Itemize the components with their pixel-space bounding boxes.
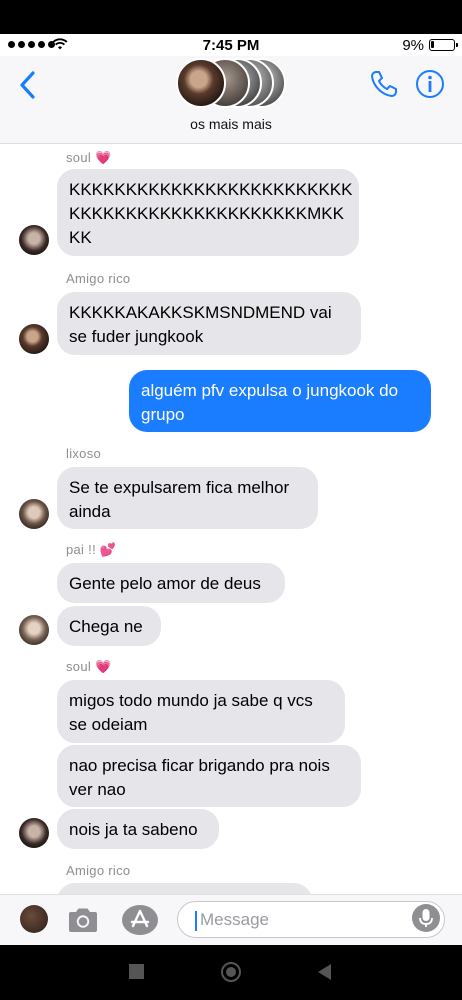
battery-percent: 9% bbox=[402, 37, 424, 54]
sender-name: Amigo rico bbox=[66, 863, 131, 878]
avatar[interactable] bbox=[19, 615, 49, 645]
status-time: 7:45 PM bbox=[202, 37, 260, 54]
battery-icon bbox=[429, 39, 458, 51]
avatar[interactable] bbox=[20, 905, 48, 933]
sender-name: soul 💗 bbox=[66, 659, 112, 674]
outgoing-message-bubble[interactable]: alguém pfv expulsa o jungkook do grupo bbox=[129, 370, 431, 432]
avatar[interactable] bbox=[19, 324, 49, 354]
sender-name: soul 💗 bbox=[66, 150, 112, 165]
sender-name: Amigo rico bbox=[66, 271, 131, 286]
avatar bbox=[176, 58, 226, 108]
conversation-header: os mais mais bbox=[0, 56, 462, 144]
sender-name: lixoso bbox=[66, 446, 102, 461]
info-icon[interactable] bbox=[414, 68, 446, 100]
compose-bar: Message bbox=[0, 894, 462, 945]
message-bubble[interactable]: Chega ne bbox=[57, 606, 161, 646]
message-bubble[interactable]: KKKKKKKKKKKKKKKKKKKKKKKKK KKKKKKKKKKKKKK… bbox=[57, 169, 359, 256]
app-store-icon[interactable] bbox=[121, 903, 159, 937]
message-placeholder: Message bbox=[200, 910, 269, 929]
avatar[interactable] bbox=[19, 499, 49, 529]
chevron-left-icon[interactable] bbox=[14, 68, 42, 102]
message-input[interactable]: Message bbox=[177, 901, 445, 938]
avatar[interactable] bbox=[19, 225, 49, 255]
microphone-icon[interactable] bbox=[412, 904, 440, 932]
text-caret bbox=[195, 911, 197, 931]
message-list[interactable]: soul 💗 KKKKKKKKKKKKKKKKKKKKKKKKK KKKKKKK… bbox=[0, 144, 462, 923]
home-icon[interactable] bbox=[221, 962, 241, 982]
message-bubble[interactable]: Gente pelo amor de deus bbox=[57, 563, 285, 603]
avatar[interactable] bbox=[19, 818, 49, 848]
message-bubble[interactable]: nois ja ta sabeno bbox=[57, 809, 219, 849]
recents-icon[interactable] bbox=[129, 964, 144, 979]
sender-name: pai !! 💕 bbox=[66, 542, 117, 557]
phone-icon[interactable] bbox=[368, 68, 400, 100]
message-bubble[interactable]: KKKKKAKAKKSKMSNDMEND vai se fuder jungko… bbox=[57, 292, 361, 355]
camera-icon[interactable] bbox=[66, 905, 100, 935]
imessage-screen: 7:45 PM 9% os mais mais soul 💗 KKKKKKKKK… bbox=[0, 34, 462, 945]
message-bubble[interactable]: nao precisa ficar brigando pra nois ver … bbox=[57, 745, 361, 807]
group-avatar-stack[interactable] bbox=[176, 56, 296, 110]
group-name[interactable]: os mais mais bbox=[0, 116, 462, 132]
top-black-bar bbox=[0, 0, 462, 34]
status-bar: 7:45 PM 9% bbox=[0, 34, 462, 56]
back-triangle-icon[interactable] bbox=[318, 964, 331, 980]
message-bubble[interactable]: Se te expulsarem fica melhor ainda bbox=[57, 467, 318, 529]
android-navigation-bar bbox=[0, 945, 462, 1000]
message-bubble[interactable]: migos todo mundo ja sabe q vcs se odeiam bbox=[57, 680, 345, 743]
